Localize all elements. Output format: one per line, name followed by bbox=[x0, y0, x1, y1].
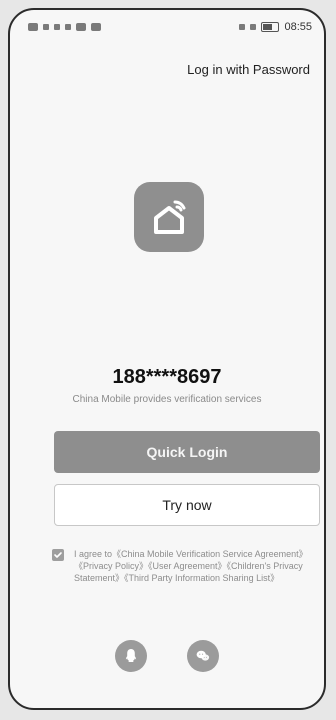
bluetooth-icon bbox=[250, 24, 257, 30]
battery-icon bbox=[261, 22, 280, 32]
agreement-text[interactable]: I agree to《China Mobile Verification Ser… bbox=[74, 548, 324, 584]
status-left bbox=[28, 23, 101, 31]
status-right: 08:55 bbox=[239, 21, 312, 33]
login-with-password-link[interactable]: Log in with Password bbox=[187, 62, 310, 77]
qq-login-button[interactable] bbox=[115, 640, 147, 672]
status-bar: 08:55 bbox=[10, 10, 324, 44]
quick-login-button[interactable]: Quick Login bbox=[54, 431, 320, 473]
notification-icon bbox=[76, 23, 86, 31]
signal-icon bbox=[54, 24, 60, 30]
masked-phone-number: 188****8697 bbox=[112, 366, 222, 388]
wifi-icon bbox=[65, 24, 71, 30]
nfc-icon bbox=[239, 24, 246, 30]
status-time: 08:55 bbox=[284, 21, 312, 33]
social-login-row bbox=[10, 640, 324, 672]
provider-text: China Mobile provides verification servi… bbox=[72, 394, 262, 405]
app-logo bbox=[134, 182, 204, 252]
signal-icon bbox=[43, 24, 49, 30]
wechat-icon bbox=[196, 650, 210, 661]
home-icon bbox=[154, 200, 186, 234]
sim-icon bbox=[28, 23, 38, 31]
notification-icon bbox=[91, 23, 101, 31]
qq-icon bbox=[125, 649, 137, 662]
wechat-login-button[interactable] bbox=[187, 640, 219, 672]
try-now-button[interactable]: Try now bbox=[54, 484, 320, 526]
agreement-row: I agree to《China Mobile Verification Ser… bbox=[52, 548, 324, 584]
check-icon bbox=[54, 552, 62, 558]
agreement-checkbox[interactable] bbox=[52, 549, 64, 561]
phone-frame: 08:55 Log in with Password 188****8697 C… bbox=[8, 8, 326, 710]
